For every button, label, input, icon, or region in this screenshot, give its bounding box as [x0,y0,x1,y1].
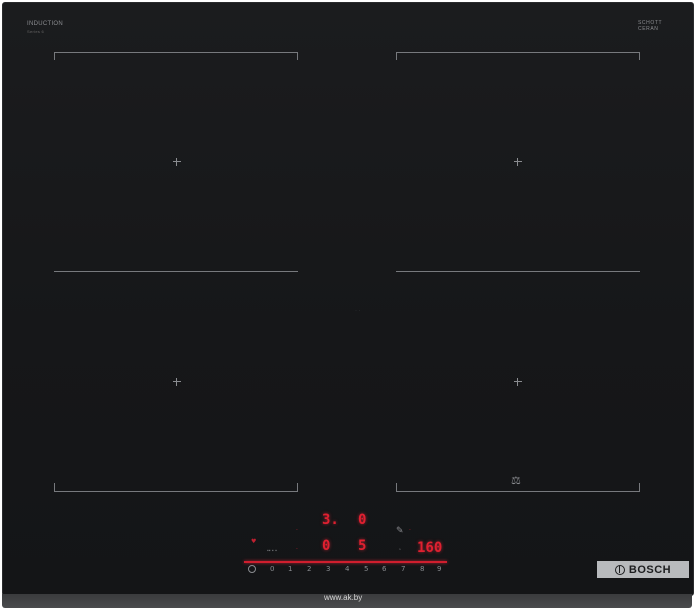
induction-cooktop [2,2,694,596]
slider-label-4[interactable]: 4 [345,565,349,573]
zone-bottom-right-tick-r [639,483,640,491]
watermark-text: www.ak.by [324,593,363,602]
induction-label: INDUCTION Series 6 [27,21,63,35]
slider-label-9[interactable]: 9 [437,565,441,573]
function-key-group[interactable]: ▪▪ ▪ ▪ [267,548,277,554]
slider-label-8[interactable]: 8 [420,565,424,573]
red-indicator-dot-left: · [296,527,298,534]
power-level-display-bottom-left: 0 [322,538,331,554]
slider-label-5[interactable]: 5 [364,565,368,573]
zone-top-right-tick-r [639,52,640,60]
red-indicator-dot-left-2: · [296,546,298,553]
power-slider-bar[interactable] [244,561,447,563]
slider-label-0[interactable]: 0 [270,565,274,573]
zone-bottom-right-bottom-edge [396,491,640,492]
power-level-display-bottom-right: 5 [358,538,367,554]
zone-top-right-tick-l [396,52,397,60]
power-level-display-top-right: 0 [358,512,367,528]
zone-left-divider [54,271,298,272]
slider-label-1[interactable]: 1 [288,565,292,573]
bosch-label: BOSCH [628,563,672,576]
zone-bottom-right-tick-l [396,483,397,491]
slider-label-2[interactable]: 2 [307,565,311,573]
schott-label-line2: CERAN [638,26,659,32]
power-level-display-top-left: 3. [322,512,339,528]
red-indicator-dot-right: · [409,527,411,534]
power-slider[interactable]: 0 1 2 3 4 5 6 7 8 9 [248,565,448,575]
timer-clock-icon[interactable]: ◔ [398,547,401,553]
zone-bottom-left-center-marker[interactable] [173,378,181,386]
pan-move-icon[interactable]: ⚖ [511,475,525,487]
zone-right-divider [396,271,640,272]
zone-top-left-center-marker[interactable] [173,158,181,166]
zone-bottom-left-bottom-edge [54,491,298,492]
zone-bottom-right-center-marker[interactable] [514,378,522,386]
schott-ceran-label: SCHOTT CERAN [638,20,662,32]
induction-label-line2: Series 6 [27,29,45,34]
timer-display: 160 [417,540,443,556]
zone-top-left-tick-l [54,52,55,60]
bosch-badge: BOSCH [597,561,689,578]
zone-top-left-top-edge [54,52,298,53]
zone-top-right-top-edge [396,52,640,53]
center-indicator-dots: · · [355,308,361,314]
zone-bottom-left-tick-r [297,483,298,491]
slider-label-6[interactable]: 6 [382,565,386,573]
zone-top-right-center-marker[interactable] [514,158,522,166]
induction-label-line1: INDUCTION [27,21,64,27]
slider-label-3[interactable]: 3 [326,565,330,573]
edit-icon[interactable]: ✎ [396,525,404,536]
zone-top-left-tick-r [297,52,298,60]
slider-label-7[interactable]: 7 [401,565,405,573]
bosch-logo-icon [614,564,625,575]
heart-indicator-icon[interactable]: ♥ [251,538,256,545]
zone-bottom-left-tick-l [54,483,55,491]
